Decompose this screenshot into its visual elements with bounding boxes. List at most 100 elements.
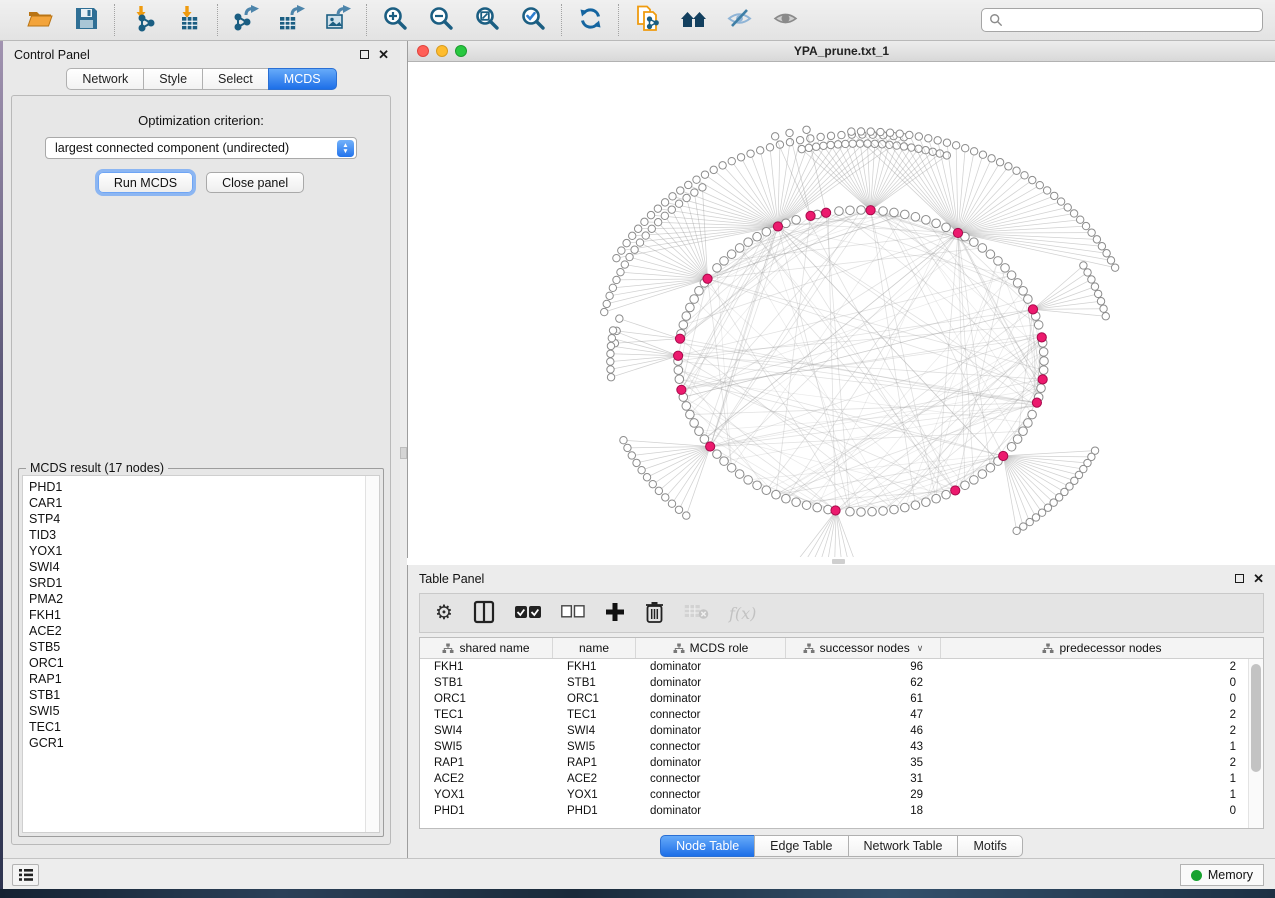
dominator-node[interactable] (1037, 333, 1046, 342)
deselect-all-button[interactable] (561, 600, 585, 626)
table-row[interactable]: ACE2ACE2connector311 (420, 771, 1263, 787)
dominator-node[interactable] (674, 351, 683, 360)
open-file-button[interactable] (25, 5, 55, 35)
table-mode-button[interactable]: ⚙ (435, 600, 453, 626)
table-row[interactable]: FKH1FKH1dominator962 (420, 659, 1263, 675)
refresh-layout-button[interactable] (575, 5, 605, 35)
table-tab-node-table[interactable]: Node Table (660, 835, 755, 857)
result-node-item[interactable]: ORC1 (29, 655, 379, 671)
result-node-item[interactable]: STB5 (29, 639, 379, 655)
result-node-item[interactable]: YOX1 (29, 543, 379, 559)
dominator-node[interactable] (703, 274, 712, 283)
result-node-item[interactable]: TID3 (29, 527, 379, 543)
save-session-button[interactable] (71, 5, 101, 35)
search-input[interactable] (1008, 13, 1255, 27)
dominator-node[interactable] (999, 451, 1008, 460)
search-field[interactable] (981, 8, 1263, 32)
zoom-out-button[interactable] (426, 5, 456, 35)
table-row[interactable]: ORC1ORC1dominator610 (420, 691, 1263, 707)
zoom-in-button[interactable] (380, 5, 410, 35)
new-column-button[interactable] (605, 600, 625, 626)
zoom-fit-button[interactable] (472, 5, 502, 35)
tab-mcds[interactable]: MCDS (268, 68, 337, 90)
export-network-button[interactable] (231, 5, 261, 35)
float-table-panel-icon[interactable] (1235, 574, 1244, 583)
column-header-MCDS-role[interactable]: MCDS role (636, 638, 786, 658)
close-table-panel-icon[interactable]: ✕ (1253, 574, 1264, 583)
horizontal-splitter-handle[interactable] (832, 559, 845, 564)
table-row[interactable]: SWI4SWI4dominator462 (420, 723, 1263, 739)
result-node-item[interactable]: CAR1 (29, 495, 379, 511)
result-node-item[interactable]: GCR1 (29, 735, 379, 751)
result-node-item[interactable]: PHD1 (29, 479, 379, 495)
run-mcds-button[interactable]: Run MCDS (98, 172, 193, 193)
table-row[interactable]: TEC1TEC1connector472 (420, 707, 1263, 723)
tab-network[interactable]: Network (66, 68, 144, 90)
dominator-node[interactable] (677, 385, 686, 394)
dominator-node[interactable] (1038, 375, 1047, 384)
table-row[interactable]: RAP1RAP1dominator352 (420, 755, 1263, 771)
first-neighbors-button[interactable] (678, 5, 708, 35)
show-all-button[interactable] (770, 5, 800, 35)
tab-select[interactable]: Select (202, 68, 269, 90)
optimization-criterion-dropdown[interactable]: largest connected component (undirected)… (45, 137, 357, 159)
column-header-name[interactable]: name (553, 638, 636, 658)
result-node-item[interactable]: FKH1 (29, 607, 379, 623)
table-row[interactable]: STB1STB1dominator620 (420, 675, 1263, 691)
result-node-item[interactable]: PMA2 (29, 591, 379, 607)
memory-button[interactable]: Memory (1180, 864, 1264, 886)
result-node-item[interactable]: SWI4 (29, 559, 379, 575)
result-node-item[interactable]: RAP1 (29, 671, 379, 687)
network-canvas[interactable] (408, 62, 1275, 558)
import-table-button[interactable] (174, 5, 204, 35)
zoom-selected-button[interactable] (518, 5, 548, 35)
dominator-node[interactable] (1032, 398, 1041, 407)
horizontal-splitter[interactable] (407, 558, 1275, 565)
export-image-button[interactable] (323, 5, 353, 35)
dominator-node[interactable] (806, 211, 815, 220)
export-table-button[interactable] (277, 5, 307, 35)
column-header-shared-name[interactable]: shared name (420, 638, 553, 658)
float-panel-icon[interactable] (360, 50, 369, 59)
vertical-splitter[interactable] (400, 41, 407, 858)
column-header-successor-nodes[interactable]: successor nodes∨ (786, 638, 941, 658)
delete-columns-button[interactable] (645, 600, 664, 626)
table-row[interactable]: SWI5SWI5connector431 (420, 739, 1263, 755)
result-node-item[interactable]: ACE2 (29, 623, 379, 639)
table-scrollbar[interactable] (1248, 659, 1263, 828)
network-window: YPA_prune.txt_1 (407, 41, 1275, 558)
dominator-node[interactable] (706, 442, 715, 451)
result-list-scrollbar[interactable] (365, 476, 379, 832)
result-node-item[interactable]: SRD1 (29, 575, 379, 591)
hide-selected-button[interactable] (724, 5, 754, 35)
mcds-result-list[interactable]: PHD1CAR1STP4TID3YOX1SWI4SRD1PMA2FKH1ACE2… (22, 475, 380, 833)
duplicate-network-button[interactable] (632, 5, 662, 35)
column-header-predecessor-nodes[interactable]: predecessor nodes (941, 638, 1263, 658)
result-node-item[interactable]: STB1 (29, 687, 379, 703)
result-node-item[interactable]: STP4 (29, 511, 379, 527)
table-row[interactable]: YOX1YOX1connector291 (420, 787, 1263, 803)
close-panel-icon[interactable]: ✕ (378, 50, 389, 59)
result-node-item[interactable]: TEC1 (29, 719, 379, 735)
import-network-button[interactable] (128, 5, 158, 35)
close-panel-button[interactable]: Close panel (206, 172, 304, 193)
dominator-node[interactable] (953, 228, 962, 237)
show-columns-button[interactable] (473, 600, 495, 626)
dominator-node[interactable] (773, 222, 782, 231)
tab-style[interactable]: Style (143, 68, 203, 90)
dominator-node[interactable] (831, 506, 840, 515)
dominator-node[interactable] (675, 334, 684, 343)
dominator-node[interactable] (821, 208, 830, 217)
table-tab-network-table[interactable]: Network Table (848, 835, 959, 857)
dominator-node[interactable] (1028, 305, 1037, 314)
select-all-button[interactable] (515, 600, 541, 626)
table-tab-edge-table[interactable]: Edge Table (754, 835, 848, 857)
dominator-node[interactable] (951, 486, 960, 495)
vertical-splitter-handle[interactable] (400, 447, 407, 459)
dominator-node[interactable] (866, 206, 875, 215)
result-node-item[interactable]: SWI5 (29, 703, 379, 719)
table-tab-motifs[interactable]: Motifs (957, 835, 1022, 857)
panel-toggle-button[interactable] (12, 864, 39, 886)
table-row[interactable]: PHD1PHD1dominator180 (420, 803, 1263, 819)
table-scrollbar-thumb[interactable] (1251, 664, 1261, 772)
